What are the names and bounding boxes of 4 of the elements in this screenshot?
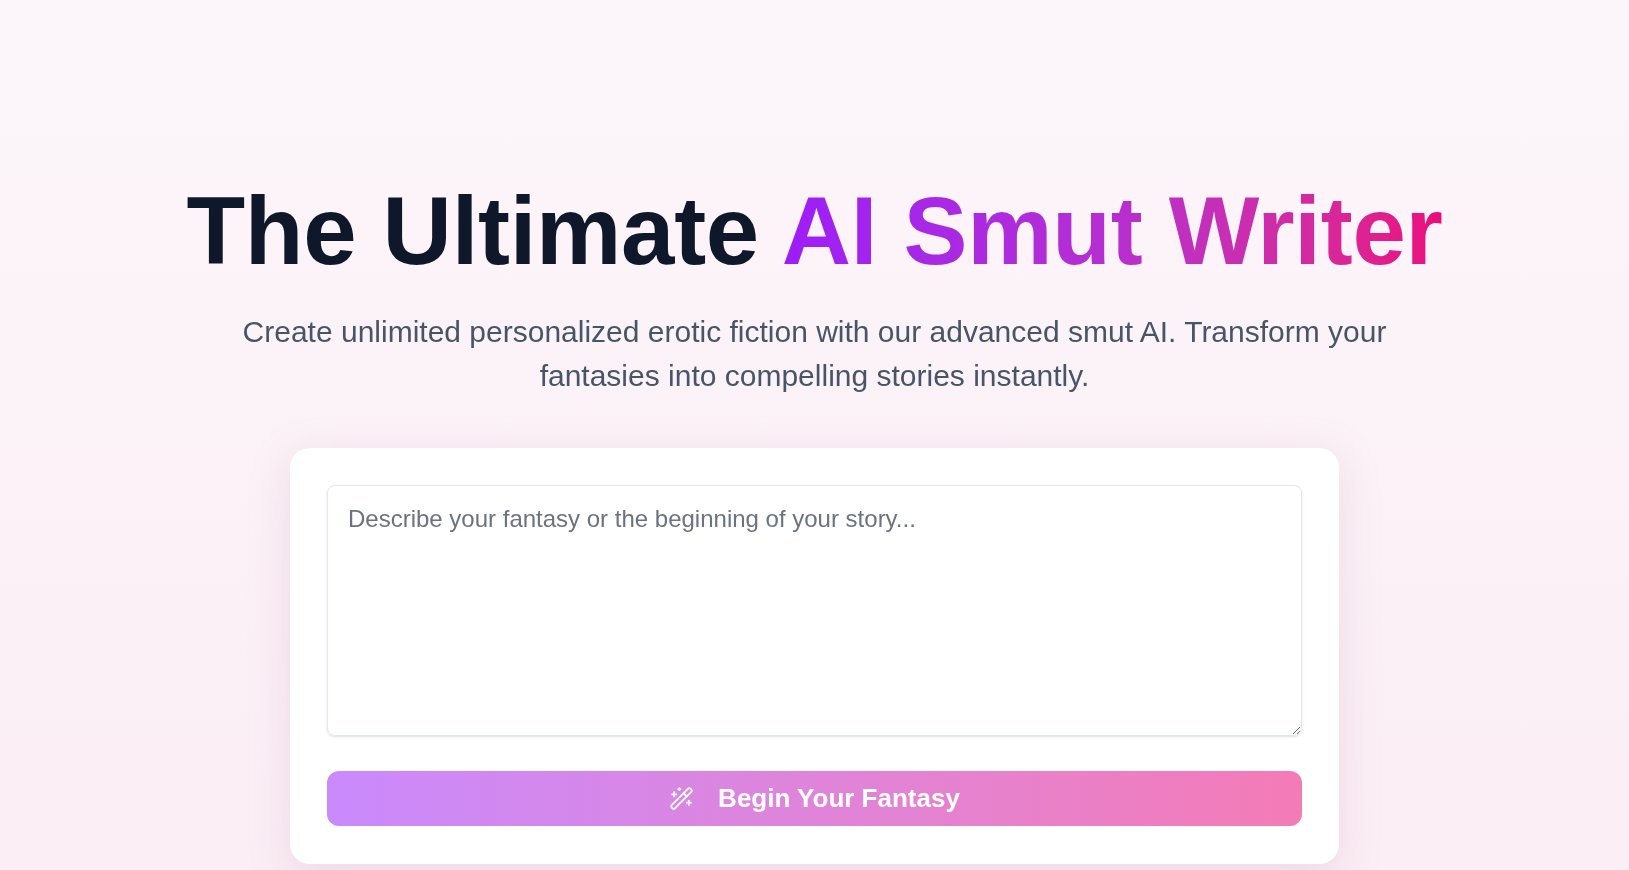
page-subtitle: Create unlimited personalized erotic fiction with our advanced smut AI. Transform your fantasies into compelling stories instantly. [241,314,1388,394]
wand-sparkles-icon [669,786,695,811]
story-prompt-field[interactable]: Describe your fantasy or the beginning of your story... [327,485,1302,736]
begin-fantasy-button[interactable]: Begin Your Fantasy [327,771,1302,826]
